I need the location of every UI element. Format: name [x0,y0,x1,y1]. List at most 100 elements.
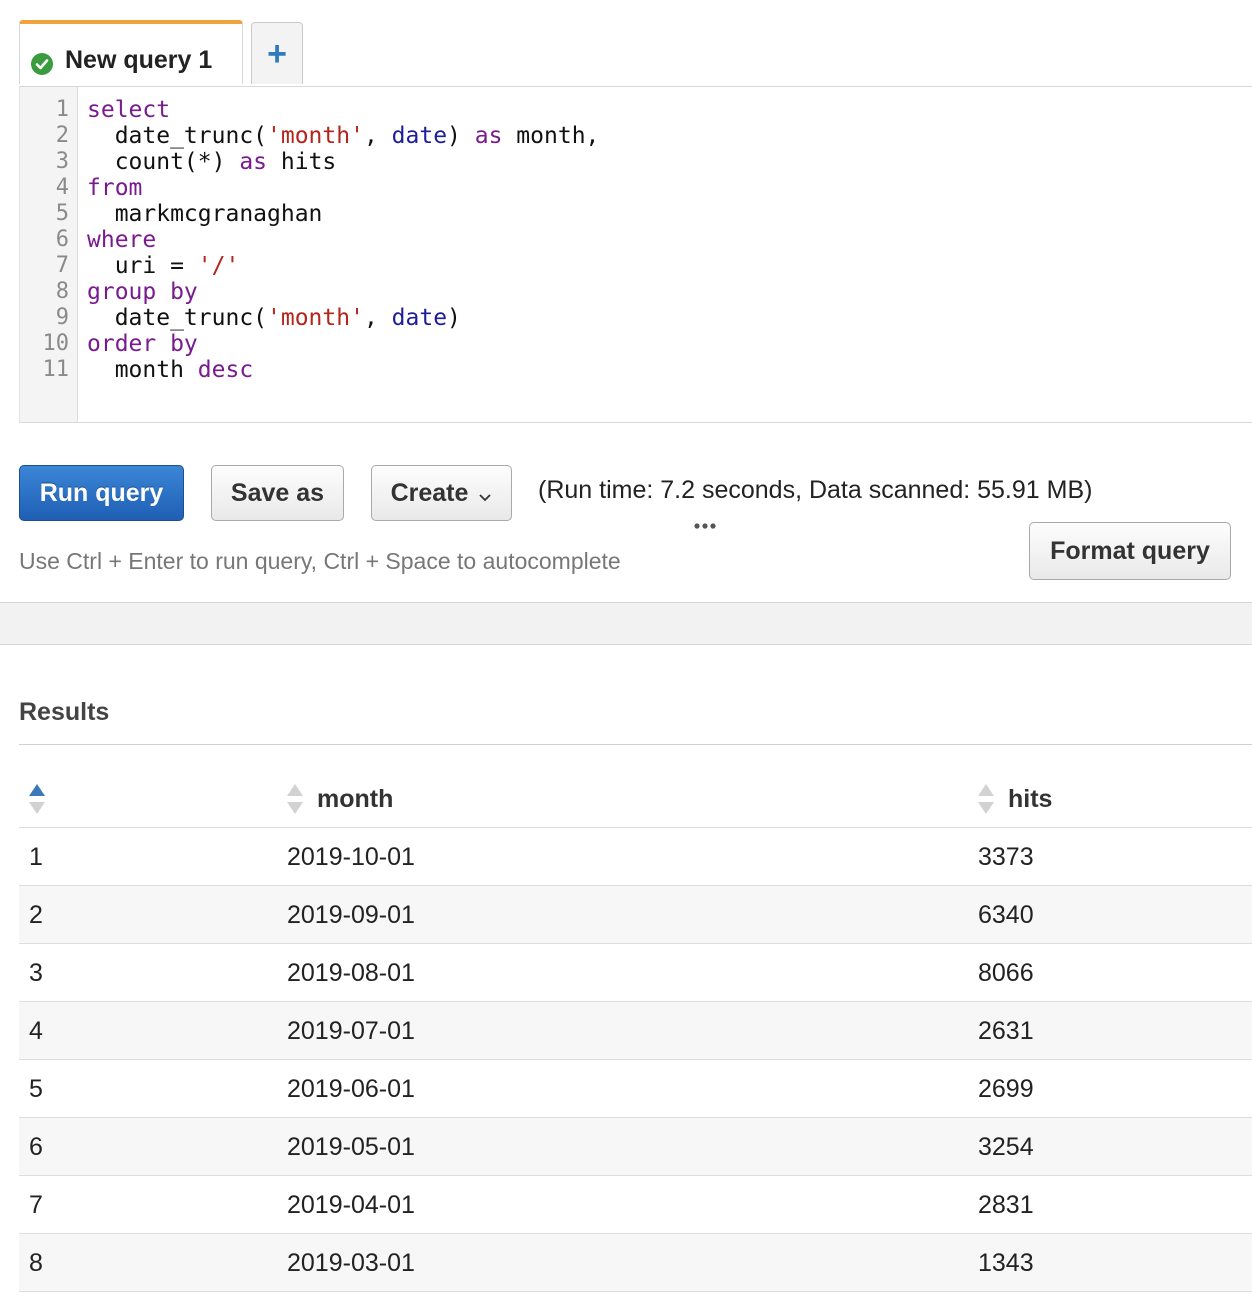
keyboard-hint: Use Ctrl + Enter to run query, Ctrl + Sp… [19,548,621,574]
table-row[interactable]: 7 2019-04-01 2831 [19,1176,1252,1234]
code-token: date_trunc( [87,305,268,331]
code-token: month [87,357,198,383]
month-header-label: month [317,784,394,813]
table-row[interactable]: 5 2019-06-01 2699 [19,1060,1252,1118]
format-query-button[interactable]: Format query [1029,522,1231,580]
sort-icon[interactable] [978,784,994,814]
month-cell: 2019-05-01 [287,1133,415,1161]
sort-icon[interactable] [287,784,303,814]
code-line: uri = '/' [87,253,240,279]
code-token: from [87,175,143,201]
run-query-label: Run query [39,478,164,507]
results-heading: Results [19,698,110,726]
month-cell: 2019-04-01 [287,1191,415,1219]
save-as-button[interactable]: Save as [211,465,344,521]
code-token: date [391,305,448,331]
row-number-cell: 2 [29,901,43,929]
code-line: count(*) as hits [87,149,337,175]
code-token: desc [197,357,254,383]
code-token: order by [87,331,198,357]
month-cell: 2019-07-01 [287,1017,415,1045]
panel-divider[interactable] [0,602,1252,645]
code-token: as [239,149,268,175]
plus-icon: + [267,34,287,73]
line-number: 3 [55,149,69,174]
code-line: where [87,227,156,253]
line-number: 6 [55,227,69,252]
hits-column-header[interactable]: hits [978,784,1052,814]
line-number: 4 [55,175,69,200]
code-line: date_trunc('month', date) [87,305,461,331]
row-number-cell: 5 [29,1075,43,1103]
row-number-header[interactable] [29,784,59,814]
chevron-down-icon [478,481,492,510]
tab-new-query-1[interactable]: New query 1 [19,20,243,84]
code-token: as [474,123,503,149]
table-row[interactable]: 1 2019-10-01 3373 [19,828,1252,886]
table-row[interactable]: 2 2019-09-01 6340 [19,886,1252,944]
line-number: 10 [42,331,70,356]
sql-editor[interactable]: 1 2 3 4 5 6 7 8 9 10 11 select date_trunc('month',… [19,86,1252,423]
create-dropdown-button[interactable]: Create [371,465,512,521]
code-line: from [87,175,142,201]
code-token: month, [502,123,600,149]
hits-cell: 3373 [978,843,1034,871]
tab-label: New query 1 [65,46,213,74]
row-number-cell: 4 [29,1017,43,1045]
run-query-button[interactable]: Run query [19,465,184,521]
code-token: ) [447,123,475,149]
table-header: month hits [19,770,1252,828]
results-divider [19,744,1252,745]
code-token: ) [447,305,461,331]
table-row[interactable]: 4 2019-07-01 2631 [19,1002,1252,1060]
code-token: hits [267,149,337,175]
resize-handle-icon[interactable] [693,519,717,530]
code-token: 'month' [267,123,364,149]
row-number-cell: 1 [29,843,43,871]
month-cell: 2019-08-01 [287,959,415,987]
code-token: date_trunc( [87,123,268,149]
code-token: select [87,97,171,123]
code-token: uri = [87,253,198,279]
month-cell: 2019-10-01 [287,843,415,871]
check-circle-icon [31,53,53,75]
code-token: 'month' [267,305,364,331]
month-cell: 2019-09-01 [287,901,415,929]
code-token: where [87,227,157,253]
code-line: select [87,97,170,123]
line-number: 5 [55,201,69,226]
line-number: 8 [55,279,69,304]
line-number: 1 [55,97,69,122]
code-line: month desc [87,357,253,383]
code-line: date_trunc('month', date) as month, [87,123,600,149]
code-token: , [363,123,392,149]
hits-cell: 8066 [978,959,1034,987]
table-row[interactable]: 3 2019-08-01 8066 [19,944,1252,1002]
create-label: Create [390,478,469,507]
hits-cell: 1343 [978,1249,1034,1277]
code-line: group by [87,279,198,305]
code-token: markmcgranaghan [87,201,323,227]
code-token: group by [87,279,198,305]
sort-ascending-icon[interactable] [29,784,45,814]
code-token: date [391,123,448,149]
table-row[interactable]: 6 2019-05-01 3254 [19,1118,1252,1176]
row-number-cell: 3 [29,959,43,987]
row-number-cell: 6 [29,1133,43,1161]
month-cell: 2019-03-01 [287,1249,415,1277]
add-tab-button[interactable]: + [251,22,303,84]
month-column-header[interactable]: month [287,784,393,814]
code-line: markmcgranaghan [87,201,323,227]
row-number-cell: 7 [29,1191,43,1219]
line-number: 9 [55,305,69,330]
code-token: count(*) [87,149,240,175]
hits-cell: 3254 [978,1133,1034,1161]
line-number: 11 [42,357,70,382]
table-row[interactable]: 8 2019-03-01 1343 [19,1234,1252,1292]
code-token: , [363,305,392,331]
run-info-text: (Run time: 7.2 seconds, Data scanned: 55… [538,476,1093,504]
hits-header-label: hits [1008,784,1053,813]
hits-cell: 2699 [978,1075,1034,1103]
line-number-gutter: 1 2 3 4 5 6 7 8 9 10 11 [20,87,78,422]
code-line: order by [87,331,198,357]
